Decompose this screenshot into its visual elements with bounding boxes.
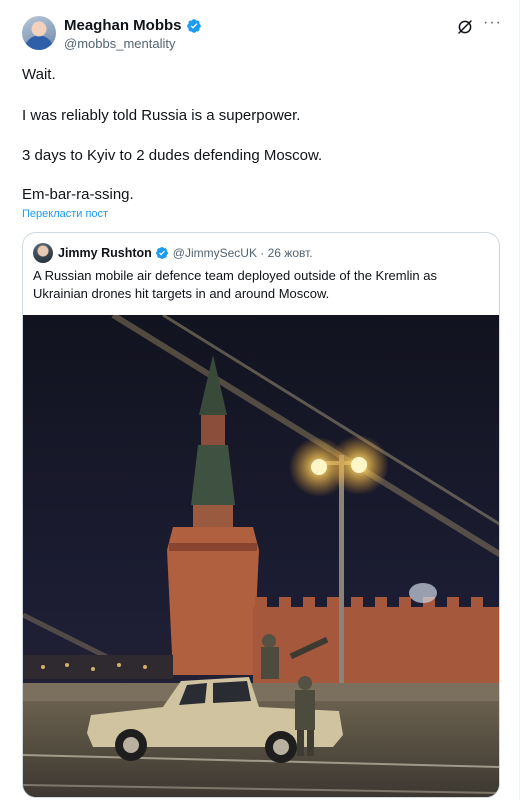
quoted-tweet-photo[interactable]: [23, 315, 499, 797]
quoted-tweet-header: Jimmy Rushton @JimmySecUK · 26 жовт.: [33, 243, 313, 263]
author-name[interactable]: Meaghan Mobbs: [64, 17, 182, 34]
tweet-text-line: Wait.: [22, 66, 56, 83]
kremlin-night-photo: [23, 315, 499, 797]
author-name-row: Meaghan Mobbs: [64, 17, 202, 34]
verified-badge-icon: [155, 247, 168, 259]
tweet-text-line: 3 days to Kyiv to 2 dudes defending Mosc…: [22, 147, 323, 164]
translate-post-link[interactable]: Перекласти пост: [22, 208, 108, 220]
author-avatar[interactable]: [22, 16, 56, 50]
tweet-text-line: Em-bar-ra-ssing.: [22, 186, 134, 203]
verified-badge-icon: [186, 18, 201, 33]
quoted-author-name: Jimmy Rushton: [58, 246, 152, 260]
quoted-tweet[interactable]: Jimmy Rushton @JimmySecUK · 26 жовт. A R…: [22, 232, 500, 798]
tweet-container: Meaghan Mobbs @mobbs_mentality ··· Wait.…: [0, 0, 520, 800]
author-handle[interactable]: @mobbs_mentality: [64, 36, 175, 51]
tweet-text-line: I was reliably told Russia is a superpow…: [22, 107, 301, 124]
quoted-author-avatar: [33, 243, 53, 263]
tweet-header: Meaghan Mobbs @mobbs_mentality ···: [22, 14, 502, 54]
quoted-author-handle-date: @JimmySecUK · 26 жовт.: [172, 246, 313, 260]
quoted-tweet-text: A Russian mobile air defence team deploy…: [33, 268, 437, 301]
more-icon[interactable]: ···: [483, 14, 502, 32]
grok-icon[interactable]: [456, 18, 474, 36]
